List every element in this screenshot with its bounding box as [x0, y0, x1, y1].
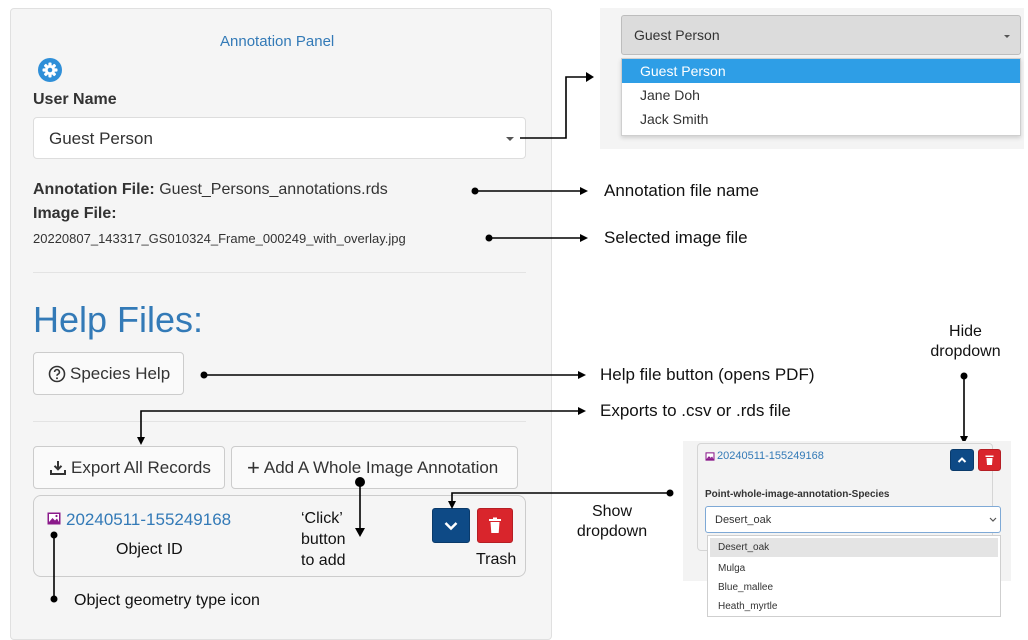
species-select[interactable]: Desert_oak	[705, 506, 1001, 533]
selected-image-file-callout: Selected image file	[604, 228, 748, 247]
object-id-callout: Object ID	[116, 541, 183, 558]
hide-dropdown-callout: Hide dropdown	[928, 322, 1003, 362]
user-option[interactable]: Guest Person	[622, 59, 1020, 83]
species-option[interactable]: Heath_myrtle	[708, 597, 1000, 616]
species-field-label: Point-whole-image-annotation-Species	[705, 489, 890, 500]
user-dropdown-select[interactable]: Guest Person	[621, 15, 1021, 55]
help-file-button-callout: Help file button (opens PDF)	[600, 365, 815, 384]
chevron-down-icon	[1004, 35, 1010, 38]
click-to-add-callout: ‘Click’ button to add	[301, 508, 345, 571]
trash-callout: Trash	[476, 551, 517, 568]
geometry-icon-callout: Object geometry type icon	[74, 592, 260, 609]
click-line3: to add	[301, 552, 346, 569]
species-option[interactable]: Desert_oak	[710, 538, 998, 557]
chevron-down-icon	[989, 517, 997, 522]
hide-dropdown-line1: Hide	[949, 323, 982, 340]
species-option[interactable]: Blue_mallee	[708, 578, 1000, 597]
species-dropdown-screenshot: 20240511-155249168 Point-whole-image-ann…	[683, 441, 1011, 617]
user-option[interactable]: Jack Smith	[622, 107, 1020, 131]
trash-icon	[985, 455, 994, 465]
chevron-up-icon	[957, 457, 967, 463]
hide-dropdown-line2: dropdown	[930, 343, 1001, 360]
exports-callout: Exports to .csv or .rds file	[600, 401, 791, 420]
user-dropdown-selected: Guest Person	[634, 27, 720, 43]
species-selected: Desert_oak	[715, 514, 772, 526]
show-dropdown-line2: dropdown	[576, 523, 648, 540]
species-object-id[interactable]: 20240511-155249168	[717, 450, 824, 462]
show-dropdown-callout: Show dropdown	[572, 502, 652, 542]
trash-button[interactable]	[978, 449, 1001, 471]
annotation-file-name-callout: Annotation file name	[604, 181, 759, 200]
show-dropdown-line1: Show	[591, 503, 633, 520]
click-line1: ‘Click’	[301, 510, 343, 527]
hide-dropdown-button[interactable]	[950, 449, 974, 471]
user-dropdown-screenshot: Guest Person Guest Person Jane Doh Jack …	[600, 8, 1024, 149]
click-line2: button	[301, 531, 346, 548]
image-geometry-icon	[705, 452, 715, 461]
species-dropdown-menu: Desert_oak Mulga Blue_mallee Heath_myrtl…	[707, 535, 1001, 617]
user-dropdown-menu: Guest Person Jane Doh Jack Smith	[621, 58, 1021, 136]
species-option[interactable]: Mulga	[708, 559, 1000, 578]
user-option[interactable]: Jane Doh	[622, 83, 1020, 107]
